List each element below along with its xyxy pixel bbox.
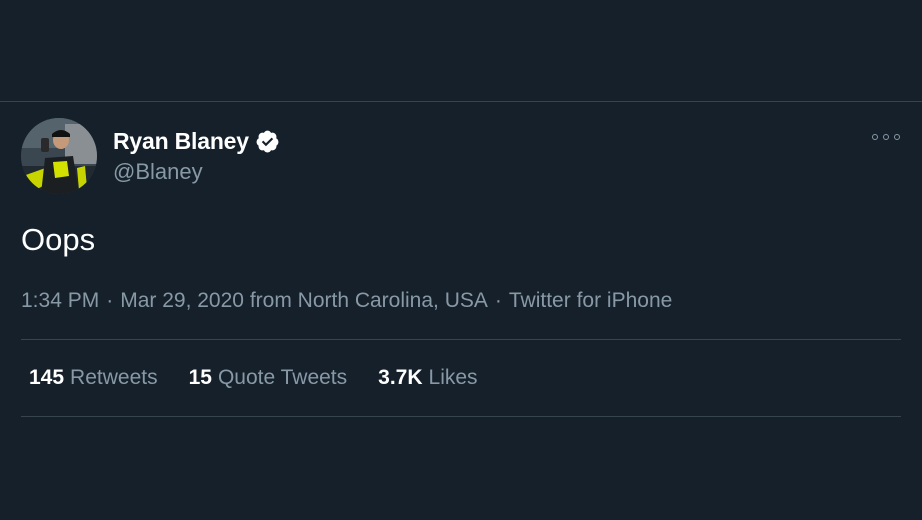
quote-tweets-stat[interactable]: 15 Quote Tweets xyxy=(189,363,348,393)
meta-separator: · xyxy=(494,289,502,312)
retweets-count: 145 xyxy=(29,366,65,389)
retweets-stat[interactable]: 145 Retweets xyxy=(29,363,158,393)
likes-label: Likes xyxy=(428,366,478,389)
tweet-text: Oops xyxy=(21,222,96,257)
quote-tweets-label: Quote Tweets xyxy=(217,366,348,389)
tweet-stats: 145 Retweets 15 Quote Tweets 3.7K Likes xyxy=(29,363,509,393)
author-handle[interactable]: @Blaney xyxy=(113,157,280,187)
likes-count: 3.7K xyxy=(378,366,423,389)
avatar[interactable] xyxy=(21,118,97,194)
tweet-detail: Ryan Blaney @Blaney Oops 1:34 PM · Mar 29,… xyxy=(0,102,922,520)
verified-badge-icon xyxy=(255,129,280,154)
tweet-page: Ryan Blaney @Blaney Oops 1:34 PM · Mar 29,… xyxy=(0,0,922,520)
meta-separator: · xyxy=(106,289,114,312)
author-display-name[interactable]: Ryan Blaney xyxy=(113,128,249,155)
retweets-label: Retweets xyxy=(70,366,158,389)
quote-tweets-count: 15 xyxy=(188,366,212,389)
author-name-row: Ryan Blaney xyxy=(113,125,280,157)
dot xyxy=(872,134,878,140)
stats-bottom-divider xyxy=(21,416,901,417)
more-options-icon[interactable] xyxy=(872,130,900,144)
author-block[interactable]: Ryan Blaney @Blaney xyxy=(113,125,280,187)
dot xyxy=(883,134,889,140)
tweet-date[interactable]: Mar 29, 2020 xyxy=(120,289,244,312)
stats-top-divider xyxy=(21,339,901,340)
avatar-photo xyxy=(21,118,97,194)
tweet-source-link[interactable]: Twitter for iPhone xyxy=(509,289,672,312)
tweet-time[interactable]: 1:34 PM xyxy=(21,289,99,312)
dot xyxy=(894,134,900,140)
likes-stat[interactable]: 3.7K Likes xyxy=(378,363,477,393)
tweet-metadata: 1:34 PM · Mar 29, 2020 from North Carolina… xyxy=(21,286,672,316)
tweet-location: from North Carolina, USA xyxy=(249,289,488,312)
